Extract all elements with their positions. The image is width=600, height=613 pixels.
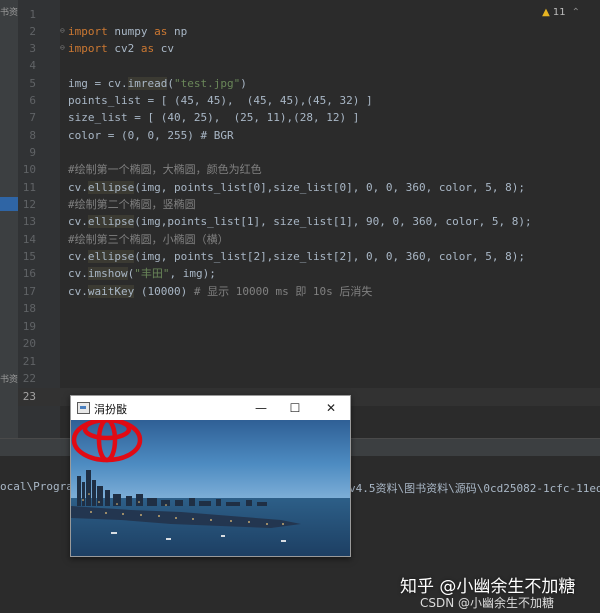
line-number: 14 (22, 233, 36, 246)
line-number: 11 (22, 181, 36, 194)
maximize-button[interactable]: ☐ (284, 399, 306, 417)
code-line-16[interactable]: cv.imshow("丰田", img); (68, 265, 216, 282)
line-number: 18 (22, 302, 36, 315)
warning-count: 11 (552, 7, 566, 18)
code-comment-12[interactable]: #绘制第二个椭圆，竖椭圆 (68, 196, 196, 213)
run-output-path-right: v4.5资料\图书资料\源码\0cd25082-1cfc-11ed-9 (349, 482, 600, 495)
line-number: 20 (22, 337, 36, 350)
line-number: 17 (22, 285, 36, 298)
line-number: 22 (22, 372, 36, 385)
chevron-up-icon[interactable]: ⌃ (572, 7, 580, 18)
displayed-image (71, 420, 350, 556)
line-number: 8 (29, 129, 36, 142)
fold-marker-icon[interactable]: ⊖ (60, 27, 68, 35)
tool-tab-bottom[interactable]: 书资 (0, 375, 18, 385)
code-line-5[interactable]: img = cv.imread("test.jpg") (68, 75, 247, 92)
line-number: 5 (29, 77, 36, 90)
code-line-13[interactable]: cv.ellipse(img,points_list[1], size_list… (68, 213, 532, 230)
line-number: 6 (29, 94, 36, 107)
run-output-path-left: ocal\Program (0, 480, 80, 493)
code-line-3[interactable]: import cv2 as cv (68, 40, 174, 57)
code-line-17[interactable]: cv.waitKey (10000) # 显示 10000 ms 即 10s 后… (68, 283, 372, 300)
line-number: 15 (22, 250, 36, 263)
minimize-button[interactable]: — (250, 399, 272, 417)
code-comment-10[interactable]: #绘制第一个椭圆，大椭圆，颜色为红色 (68, 161, 262, 178)
code-line-11[interactable]: cv.ellipse(img, points_list[0],size_list… (68, 179, 525, 196)
line-number: 19 (22, 320, 36, 333)
close-button[interactable]: ✕ (320, 399, 342, 417)
line-number: 13 (22, 215, 36, 228)
line-number: 21 (22, 355, 36, 368)
sea (71, 498, 350, 556)
line-number: 2 (29, 25, 36, 38)
line-number: 3 (29, 42, 36, 55)
window-title: 涓扮敯 (94, 403, 127, 416)
line-number: 16 (22, 267, 36, 280)
fold-marker-icon[interactable]: ⊖ (60, 44, 68, 52)
left-tool-strip: 书资 书资 (0, 0, 19, 438)
line-number: 9 (29, 146, 36, 159)
code-line-15[interactable]: cv.ellipse(img, points_list[2],size_list… (68, 248, 525, 265)
opencv-image-window[interactable]: 涓扮敯 — ☐ ✕ (70, 395, 351, 557)
window-app-icon (77, 402, 90, 414)
line-number: 7 (29, 111, 36, 124)
tool-tab-selected-marker[interactable] (0, 197, 18, 211)
code-line-7[interactable]: size_list = [ (40, 25), (25, 11),(28, 12… (68, 109, 359, 126)
line-number: 1 (29, 8, 36, 21)
city-harbor-photo (71, 420, 350, 556)
line-number-current: 23 (22, 390, 36, 403)
code-line-8[interactable]: color = (0, 0, 255) # BGR (68, 127, 234, 144)
inspection-warnings[interactable]: ▲ 11 ⌃ (542, 7, 580, 18)
line-number: 10 (22, 163, 36, 176)
line-number: 4 (29, 59, 36, 72)
code-line-2[interactable]: import numpy as np (68, 23, 187, 40)
tool-tab-top[interactable]: 书资 (0, 8, 18, 18)
csdn-watermark: CSDN @小幽余生不加糖 (420, 596, 555, 610)
code-comment-14[interactable]: #绘制第三个椭圆，小椭圆（横） (68, 231, 229, 248)
line-number: 12 (22, 198, 36, 211)
code-line-6[interactable]: points_list = [ (45, 45), (45, 45),(45, … (68, 92, 373, 109)
warning-triangle-icon: ▲ (542, 7, 550, 18)
window-titlebar[interactable]: 涓扮敯 — ☐ ✕ (71, 396, 350, 420)
